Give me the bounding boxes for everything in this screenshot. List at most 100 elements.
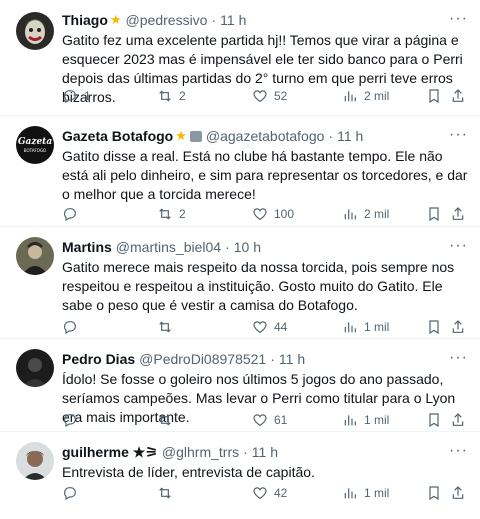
handle[interactable]: @pedressivo (126, 10, 208, 30)
retweet-button[interactable]: 2 (157, 206, 252, 222)
display-name[interactable]: Pedro Dias (62, 349, 135, 369)
reply-icon (64, 414, 76, 428)
like-button[interactable]: 61 (252, 412, 342, 428)
view-count: 1 mil (364, 320, 390, 334)
tweet-text: Gatito merece mais respeito da nossa tor… (62, 259, 455, 313)
views-button[interactable]: 1 mil (342, 319, 426, 335)
timestamp[interactable]: 11 h (279, 349, 305, 369)
like-button[interactable]: 100 (252, 206, 342, 222)
retweet-button[interactable] (157, 412, 252, 428)
reply-button[interactable] (62, 319, 157, 335)
tweet[interactable]: Martins @martins_biel04 · 10 h ··· Gatit… (0, 227, 480, 339)
bookmark-button[interactable] (426, 412, 450, 428)
tweet[interactable]: guilherme ★⚞ @glhrm_trrs · 11 h ··· Entr… (0, 432, 480, 519)
retweet-count: 2 (179, 89, 186, 103)
tweet[interactable]: Gazeta BOTAFOGO Gazeta Botafogo ★ @agaze… (0, 116, 480, 227)
separator: · (243, 444, 248, 460)
star-badge-icon: ★ (175, 128, 187, 143)
reply-button[interactable] (62, 485, 157, 501)
heart-icon (253, 321, 267, 334)
like-button[interactable]: 44 (252, 319, 342, 335)
tweet-header: guilherme ★⚞ @glhrm_trrs · 11 h (62, 442, 468, 462)
reply-button[interactable] (62, 206, 157, 222)
like-count: 42 (274, 486, 288, 500)
timestamp[interactable]: 11 h (337, 126, 363, 146)
avatar[interactable]: Gazeta BOTAFOGO (16, 126, 54, 164)
like-button[interactable]: 52 (252, 88, 342, 104)
share-button[interactable] (450, 412, 466, 428)
handle[interactable]: @agazetabotafogo (206, 126, 325, 146)
retweet-button[interactable] (157, 485, 252, 501)
more-options-icon[interactable]: ··· (449, 349, 468, 367)
view-count: 2 mil (364, 89, 390, 103)
bookmark-icon (429, 320, 439, 335)
avatar[interactable] (16, 12, 54, 50)
reply-count: 1 (84, 89, 91, 103)
bookmark-button[interactable] (426, 88, 450, 104)
tweet-text: Gatito disse a real. Está no clube há ba… (62, 148, 468, 202)
tweet-text: Entrevista de líder, entrevista de capit… (62, 464, 315, 480)
views-button[interactable]: 2 mil (342, 206, 426, 222)
like-button[interactable]: 42 (252, 485, 342, 501)
timestamp[interactable]: 11 h (252, 442, 278, 462)
views-icon (344, 415, 356, 426)
views-icon (344, 209, 356, 220)
retweet-icon (159, 90, 171, 102)
avatar[interactable] (16, 349, 54, 387)
svg-text:BOTAFOGO: BOTAFOGO (24, 148, 46, 153)
retweet-icon (159, 208, 171, 220)
share-button[interactable] (450, 88, 466, 104)
avatar[interactable] (16, 442, 54, 480)
share-icon (452, 89, 464, 102)
retweet-button[interactable]: 2 (157, 88, 252, 104)
reply-icon (64, 208, 76, 222)
reply-button[interactable]: 1 (62, 88, 157, 104)
bookmark-button[interactable] (426, 319, 450, 335)
tweet[interactable]: Thiago ★ @pedressivo · 11 h ··· Gatito f… (0, 0, 480, 116)
bookmark-button[interactable] (426, 206, 450, 222)
views-icon (344, 91, 356, 102)
more-options-icon[interactable]: ··· (449, 237, 468, 255)
retweet-button[interactable] (157, 319, 252, 335)
tweet-actions: 1 2 52 2 mil (62, 88, 468, 104)
tweet-header: Pedro Dias @PedroDi08978521 · 11 h (62, 349, 468, 369)
reply-button[interactable] (62, 412, 157, 428)
display-name[interactable]: Thiago (62, 10, 108, 30)
bookmark-button[interactable] (426, 485, 450, 501)
views-button[interactable]: 1 mil (342, 412, 426, 428)
handle[interactable]: @glhrm_trrs (162, 442, 239, 462)
display-name[interactable]: Martins (62, 237, 112, 257)
heart-icon (253, 208, 267, 221)
timestamp[interactable]: 10 h (234, 237, 261, 257)
more-options-icon[interactable]: ··· (449, 10, 468, 28)
display-name[interactable]: guilherme ★⚞ (62, 442, 158, 462)
reply-icon (64, 90, 76, 104)
share-button[interactable] (450, 206, 466, 222)
timestamp[interactable]: 11 h (220, 10, 246, 30)
newspaper-icon (189, 130, 202, 142)
share-button[interactable] (450, 485, 466, 501)
retweet-icon (159, 321, 171, 333)
bookmark-icon (429, 89, 439, 104)
separator: · (211, 12, 217, 28)
tweet[interactable]: Pedro Dias @PedroDi08978521 · 11 h ··· Í… (0, 339, 480, 432)
views-button[interactable]: 2 mil (342, 88, 426, 104)
share-button[interactable] (450, 319, 466, 335)
more-options-icon[interactable]: ··· (449, 126, 468, 144)
handle[interactable]: @martins_biel04 (116, 237, 221, 257)
more-options-icon[interactable]: ··· (449, 442, 468, 460)
share-icon (452, 320, 464, 333)
reply-icon (64, 487, 76, 501)
view-count: 2 mil (364, 207, 390, 221)
reply-icon (64, 321, 76, 335)
avatar[interactable] (16, 237, 54, 275)
display-name[interactable]: Gazeta Botafogo (62, 126, 173, 146)
views-icon (344, 488, 356, 499)
handle[interactable]: @PedroDi08978521 (139, 349, 266, 369)
svg-text:Gazeta: Gazeta (18, 137, 53, 147)
view-count: 1 mil (364, 413, 390, 427)
views-button[interactable]: 1 mil (342, 485, 426, 501)
share-icon (452, 486, 464, 499)
like-count: 61 (274, 413, 288, 427)
separator: · (328, 128, 334, 144)
